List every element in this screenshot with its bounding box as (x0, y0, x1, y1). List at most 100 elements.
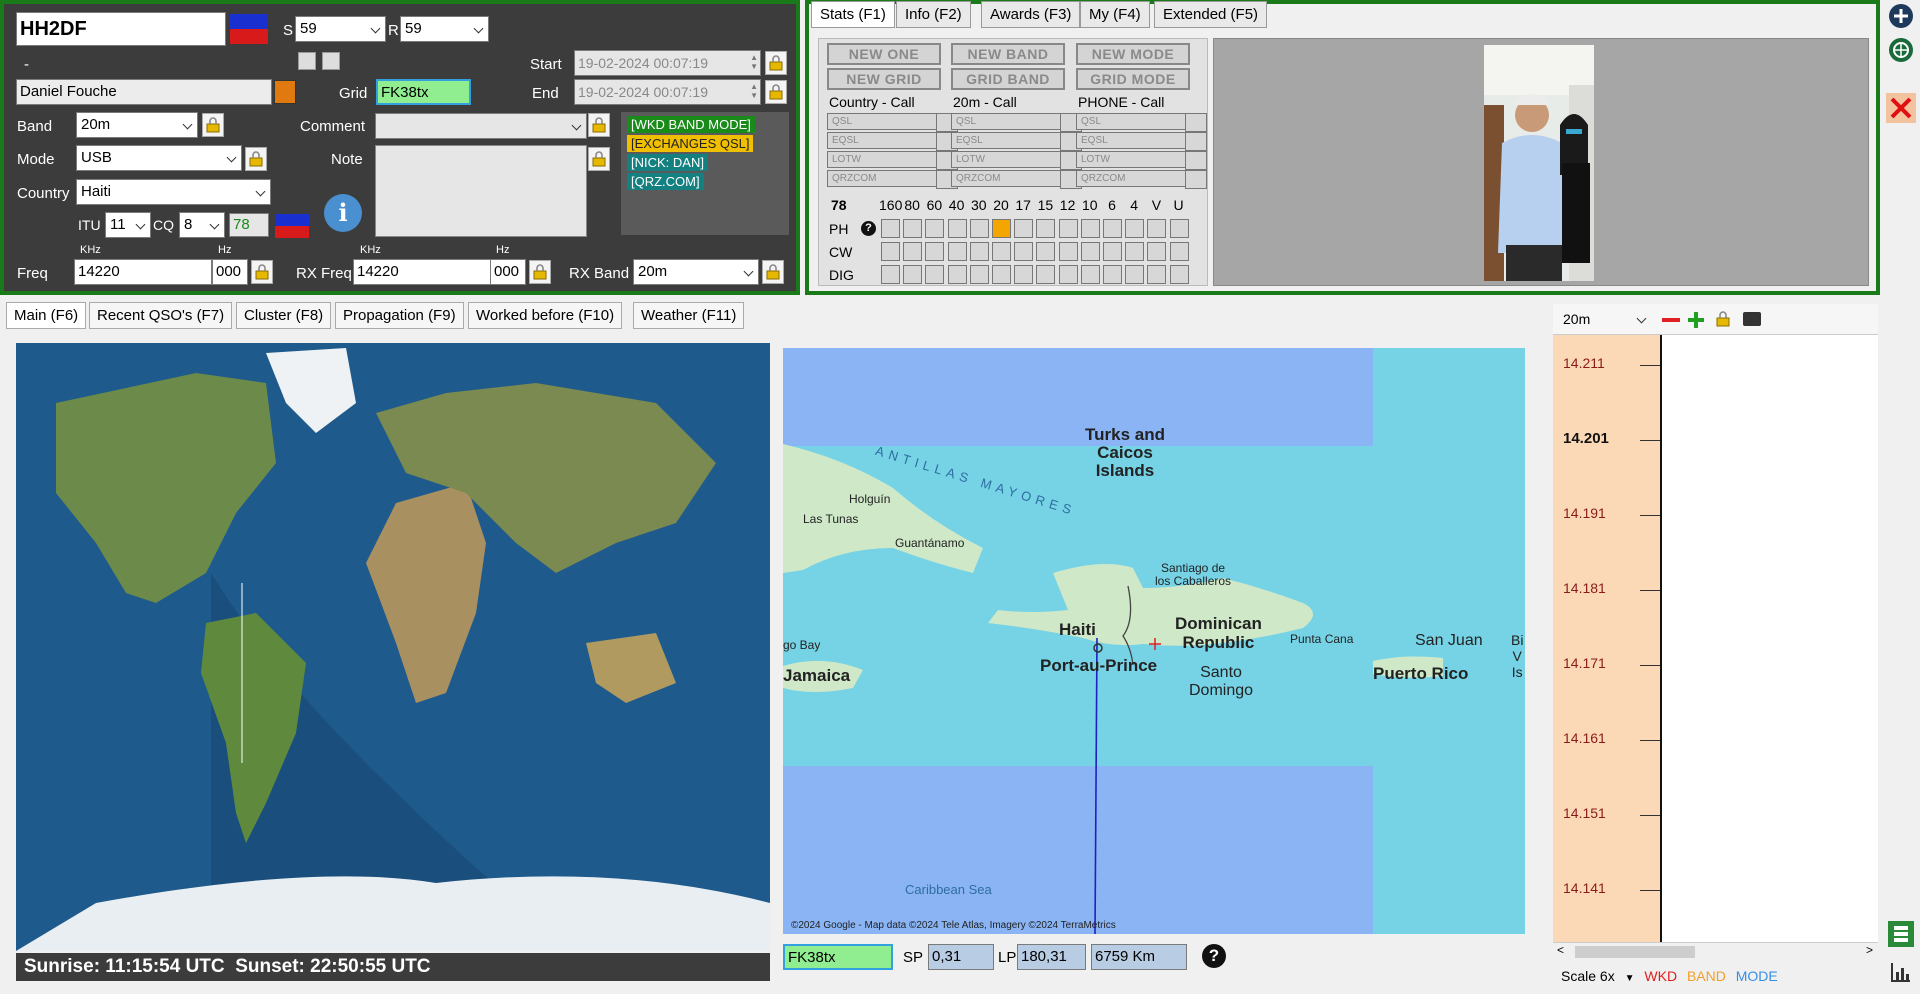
zoom-in-icon[interactable] (1686, 310, 1706, 330)
tab-stats[interactable]: Stats (F1) (811, 1, 895, 28)
end-time-input[interactable]: 19-02-2024 00:07:19 ▲ ▼ (574, 79, 761, 105)
close-icon[interactable] (1885, 92, 1917, 124)
rxfreq-lock-icon[interactable] (529, 260, 551, 284)
band-mode-cell (1014, 219, 1034, 238)
band-mode-cell (1103, 219, 1122, 238)
map-label-lastunas: Las Tunas (803, 512, 859, 526)
band-select[interactable]: 20m (76, 112, 198, 138)
band-lock-icon[interactable] (202, 113, 224, 137)
new-grid-button[interactable]: NEW GRID (827, 68, 941, 90)
tag-exchanges-qsl: [EXCHANGES QSL] (627, 135, 754, 152)
map-label-haiti: Haiti (1059, 620, 1096, 639)
map-label-santiago: Santiago de los Caballeros (1155, 561, 1232, 588)
new-one-button[interactable]: NEW ONE (827, 43, 941, 65)
grid-band-button[interactable]: GRID BAND (951, 68, 1065, 90)
map-label-santodomingo: Santo Domingo (1189, 664, 1254, 699)
info-icon[interactable]: i (324, 194, 362, 232)
band-mode-cell (1147, 219, 1167, 238)
freq-hz-input[interactable]: 000 (212, 259, 248, 285)
band-mode-cell (1169, 265, 1189, 284)
tab-weather[interactable]: Weather (F11) (633, 302, 745, 329)
start-time-input[interactable]: 19-02-2024 00:07:19 ▲ ▼ (574, 50, 761, 76)
freq-input[interactable]: 14220 (74, 259, 212, 285)
mode-select[interactable]: USB (76, 145, 242, 171)
comment-select[interactable] (375, 113, 587, 139)
tab-worked-before[interactable]: Worked before (F10) (468, 302, 623, 329)
tab-cluster[interactable]: Cluster (F8) (236, 302, 332, 329)
band-header-12: 12 (1059, 197, 1076, 213)
option-button-1[interactable] (298, 52, 316, 70)
end-lock-icon[interactable] (765, 80, 787, 104)
freq-lock-icon[interactable] (251, 260, 273, 284)
band-map-panel: 20m 14.211 14.201 14.191 14.181 14.171 14.161… (1553, 304, 1878, 986)
qsl-status-qsl: QSL (827, 113, 958, 132)
bandmap-scrollbar[interactable]: < > (1553, 942, 1878, 960)
band-mode-cell (903, 265, 923, 284)
band-header-4: 4 (1130, 197, 1139, 213)
tab-propagation[interactable]: Propagation (F9) (335, 302, 464, 329)
band-mode-cell (992, 242, 1011, 261)
map-label-gobay: go Bay (783, 638, 821, 652)
grid-mode-button[interactable]: GRID MODE (1076, 68, 1190, 90)
cq-select[interactable]: 8 (179, 212, 225, 238)
distance-help-icon[interactable]: ? (1202, 944, 1226, 968)
add-icon[interactable] (1885, 0, 1917, 32)
tab-main[interactable]: Main (F6) (6, 302, 87, 329)
local-map[interactable]: Turks and Caicos Islands ANTILLAS MAYORE… (783, 348, 1525, 934)
zoom-out-icon[interactable] (1662, 318, 1680, 322)
qsl-status-qrzcom: QRZCOM (827, 170, 958, 189)
scroll-left-icon[interactable]: < (1557, 943, 1564, 957)
scale-dropdown-icon[interactable]: ▼ (1625, 973, 1635, 984)
rxband-select[interactable]: 20m (633, 259, 759, 285)
start-lock-icon[interactable] (765, 51, 787, 75)
globe-icon[interactable] (1885, 34, 1917, 66)
tab-my[interactable]: My (F4) (1080, 1, 1150, 28)
band-header-60: 60 (926, 197, 943, 213)
qrz-lookup-icon[interactable] (274, 80, 296, 104)
band-header-80: 80 (904, 197, 920, 213)
new-band-button[interactable]: NEW BAND (951, 43, 1065, 65)
note-lock-icon[interactable] (588, 147, 610, 171)
option-button-2[interactable] (322, 52, 340, 70)
tab-awards[interactable]: Awards (F3) (981, 1, 1081, 28)
band-mode-cell (1080, 242, 1100, 261)
note-textarea[interactable] (375, 145, 587, 237)
bandmap-lock-icon[interactable] (1712, 307, 1734, 331)
band-mode-cell (969, 265, 989, 284)
bandmap-band-select[interactable]: 20m (1559, 307, 1651, 333)
chart-icon[interactable] (1885, 956, 1917, 988)
scroll-right-icon[interactable]: > (1866, 943, 1873, 957)
scale-label[interactable]: Scale 6x (1561, 968, 1615, 984)
tab-recent-qsos[interactable]: Recent QSO's (F7) (89, 302, 233, 329)
grid-input[interactable]: FK38tx (376, 79, 471, 105)
frequency-tick (1640, 590, 1660, 591)
rxfreq-input[interactable]: 14220 (353, 259, 491, 285)
comment-lock-icon[interactable] (588, 113, 610, 137)
band-mode-cell (1125, 242, 1145, 261)
rxfreq-hz-input[interactable]: 000 (490, 259, 526, 285)
help-icon[interactable]: ? (861, 221, 876, 236)
server-icon[interactable] (1885, 918, 1917, 950)
s-label: S (283, 22, 294, 39)
lp-field: 180,31 (1017, 944, 1086, 970)
country-select[interactable]: Haiti (76, 179, 271, 205)
name-input[interactable]: Daniel Fouche (16, 79, 272, 105)
mode-lock-icon[interactable] (245, 147, 267, 171)
tab-info[interactable]: Info (F2) (896, 1, 971, 28)
sun-times-bar: Sunrise: 11:15:54 UTC Sunset: 22:50:55 U… (16, 953, 770, 981)
world-map[interactable] (16, 343, 770, 951)
rst-rcvd-select[interactable]: 59 (400, 16, 489, 42)
band-mode-cell (1147, 265, 1167, 284)
country-flag-icon (230, 14, 268, 44)
band-mode-cell (1014, 265, 1034, 284)
callsign-input[interactable]: HH2DF (16, 12, 226, 46)
note-label: Note (331, 151, 363, 168)
camera-icon[interactable] (1743, 312, 1761, 326)
tab-extended[interactable]: Extended (F5) (1154, 1, 1268, 28)
itu-select[interactable]: 11 (105, 212, 151, 238)
spots-area (1660, 335, 1878, 942)
scroll-thumb[interactable] (1575, 946, 1695, 958)
rst-sent-select[interactable]: 59 (295, 16, 386, 42)
new-mode-button[interactable]: NEW MODE (1076, 43, 1190, 65)
rxband-lock-icon[interactable] (762, 260, 784, 284)
